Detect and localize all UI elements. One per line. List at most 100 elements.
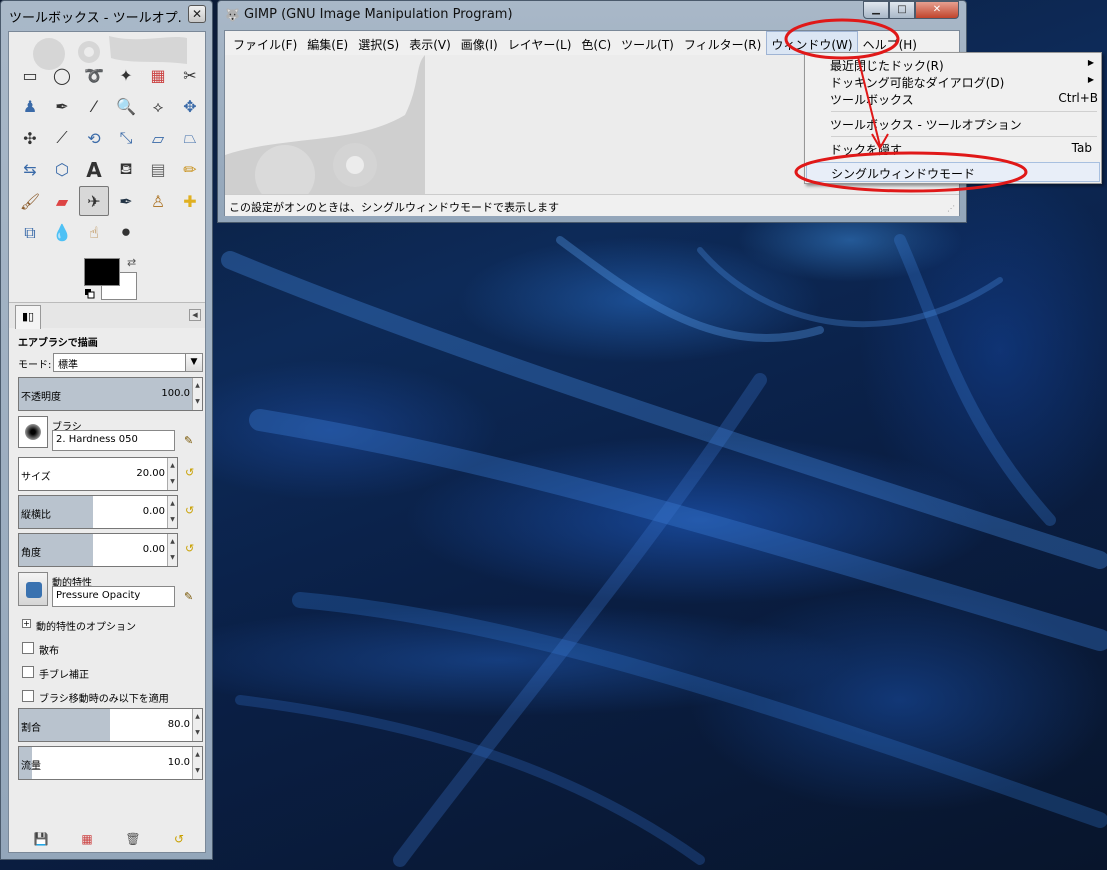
bucket-fill-tool-icon[interactable]: ⛾ [111,155,141,185]
size-stepper[interactable]: ▲ ▼ [167,458,177,490]
menu-item-toolbox[interactable]: ツールボックス Ctrl+B [806,90,1100,107]
aspect-spin[interactable]: 縦横比 0.00 ▲ ▼ [18,495,178,529]
angle-stepper[interactable]: ▲ ▼ [167,534,177,566]
opacity-spin[interactable]: 不透明度 100.0 ▲ ▼ [18,377,203,411]
menu-tools[interactable]: ツール(T) [616,31,679,55]
scissors-select-tool-icon[interactable]: ✂ [175,60,205,90]
toolbox-close-button[interactable]: ✕ [188,5,206,23]
menu-item-toolbox-tool-options[interactable]: ツールボックス - ツールオプション [806,115,1100,132]
color-picker-tool-icon[interactable]: ⁄ [79,92,109,122]
perspective-tool-icon[interactable]: ⏢ [175,123,205,153]
reset-colors-icon[interactable] [85,289,95,299]
airbrush-tool-icon[interactable]: ✈ [79,186,109,216]
rate-stepper[interactable]: ▲ ▼ [192,709,202,741]
expander-plus-icon[interactable]: + [22,619,31,628]
reset-options-icon[interactable]: ↺ [171,832,187,848]
toolbox-client-area: ▭ ◯ ➰ ✦ ▦ ✂ ♟ ✒ ⁄ 🔍 ⟡ ✥ ✣ ⟋ ⟲ ⤡ ▱ ⏢ ⇆ ⬡ … [8,31,206,853]
opacity-label: 不透明度 [21,392,61,403]
restore-options-icon[interactable]: ▦ [79,832,95,848]
menu-item-dockable-dialogs[interactable]: ドッキング可能なダイアログ(D) ▶ [806,73,1100,90]
maximize-button[interactable]: □ [889,1,915,19]
clone-tool-icon[interactable]: ♙ [143,186,173,216]
fuzzy-select-tool-icon[interactable]: ✦ [111,60,141,90]
ink-tool-icon[interactable]: ✒ [111,186,141,216]
dodge-burn-tool-icon[interactable]: ⚫ [111,218,141,248]
edit-dynamics-icon[interactable]: ✎ [184,590,198,604]
toolbox-window[interactable]: ツールボックス - ツールオプ... ✕ ▭ ◯ ➰ ✦ ▦ ✂ ♟ ✒ ⁄ 🔍… [0,0,213,860]
crop-tool-icon[interactable]: ⟋ [47,123,77,153]
move-tool-icon[interactable]: ✥ [175,92,205,122]
minimize-button[interactable]: ▁ [863,1,889,19]
ellipse-select-tool-icon[interactable]: ◯ [47,60,77,90]
menu-colors[interactable]: 色(C) [576,31,616,55]
paintbrush-tool-icon[interactable]: 🖌 [15,186,45,216]
perspective-clone-tool-icon[interactable]: ⧉ [15,218,45,248]
heal-tool-icon[interactable]: ✚ [175,186,205,216]
size-spin[interactable]: サイズ 20.00 ▲ ▼ [18,457,178,491]
reset-aspect-icon[interactable]: ↺ [185,504,199,518]
apply-on-move-label: ブラシ移動時のみ以下を適用 [39,694,169,705]
mode-combo[interactable]: 標準 ▼ [53,353,203,372]
menu-filters[interactable]: フィルター(R) [679,31,766,55]
apply-on-move-checkbox[interactable] [22,690,34,702]
angle-spin[interactable]: 角度 0.00 ▲ ▼ [18,533,178,567]
cage-transform-tool-icon[interactable]: ⬡ [47,155,77,185]
paths-tool-icon[interactable]: ✒ [47,92,77,122]
align-tool-icon[interactable]: ✣ [15,123,45,153]
color-select-tool-icon[interactable]: ▦ [143,60,173,90]
menu-item-recent-docks[interactable]: 最近閉じたドック(R) ▶ [806,56,1100,73]
free-select-tool-icon[interactable]: ➰ [79,60,109,90]
dynamics-name-field[interactable]: Pressure Opacity [52,586,175,607]
menu-edit[interactable]: 編集(E) [302,31,353,55]
foreground-select-tool-icon[interactable]: ♟ [15,92,45,122]
eraser-tool-icon[interactable]: ▰ [47,186,77,216]
menu-select[interactable]: 選択(S) [353,31,404,55]
brush-preview[interactable] [18,416,48,448]
save-options-icon[interactable]: 💾 [33,832,49,848]
delete-options-icon[interactable]: 🗑 [125,832,141,848]
mode-value: 標準 [58,360,78,371]
opacity-stepper[interactable]: ▲ ▼ [192,378,202,410]
scatter-checkbox[interactable] [22,642,34,654]
rotate-tool-icon[interactable]: ⟲ [79,123,109,153]
size-label: サイズ [21,472,51,483]
swap-colors-icon[interactable]: ⇄ [127,256,136,269]
close-button[interactable]: ✕ [915,1,959,19]
menu-item-hide-docks[interactable]: ドックを隠す Tab [806,140,1100,157]
blend-tool-icon[interactable]: ▤ [143,155,173,185]
aspect-stepper[interactable]: ▲ ▼ [167,496,177,528]
jitter-checkbox[interactable] [22,666,34,678]
angle-label: 角度 [21,548,41,559]
flow-spin[interactable]: 流量 10.0 ▲ ▼ [18,746,203,780]
reset-size-icon[interactable]: ↺ [185,466,199,480]
shear-tool-icon[interactable]: ▱ [143,123,173,153]
menu-item-single-window-mode[interactable]: シングルウィンドウモード [806,162,1100,182]
status-text: この設定がオンのときは、シングルウィンドウモードで表示します [229,201,559,214]
resize-grip-icon[interactable]: ⋰ [947,204,957,214]
text-tool-icon[interactable]: A [79,155,109,185]
dynamics-preview-icon[interactable] [18,572,48,606]
measure-tool-icon[interactable]: ⟡ [143,92,173,122]
tool-options-tab[interactable]: ▮▯ [15,305,41,329]
dynamics-options-label[interactable]: 動的特性のオプション [36,618,136,633]
rate-spin[interactable]: 割合 80.0 ▲ ▼ [18,708,203,742]
edit-brush-icon[interactable]: ✎ [184,434,198,448]
scale-tool-icon[interactable]: ⤡ [111,123,141,153]
rect-select-tool-icon[interactable]: ▭ [15,60,45,90]
blur-sharpen-tool-icon[interactable]: 💧 [47,218,77,248]
reset-angle-icon[interactable]: ↺ [185,542,199,556]
menu-view[interactable]: 表示(V) [404,31,456,55]
brush-name-field[interactable]: 2. Hardness 050 [52,430,175,451]
submenu-arrow-icon: ▶ [1087,58,1094,67]
zoom-tool-icon[interactable]: 🔍 [111,92,141,122]
foreground-color-swatch-top[interactable] [84,258,120,286]
menu-layer[interactable]: レイヤー(L) [503,31,577,55]
flow-label: 流量 [21,761,41,772]
pencil-tool-icon[interactable]: ✏ [175,155,205,185]
tab-menu-icon[interactable]: ◀ [189,309,201,321]
flip-tool-icon[interactable]: ⇆ [15,155,45,185]
menu-image[interactable]: 画像(I) [456,31,503,55]
flow-stepper[interactable]: ▲ ▼ [192,747,202,779]
smudge-tool-icon[interactable]: ☝ [79,218,109,248]
menu-file[interactable]: ファイル(F) [228,31,302,55]
